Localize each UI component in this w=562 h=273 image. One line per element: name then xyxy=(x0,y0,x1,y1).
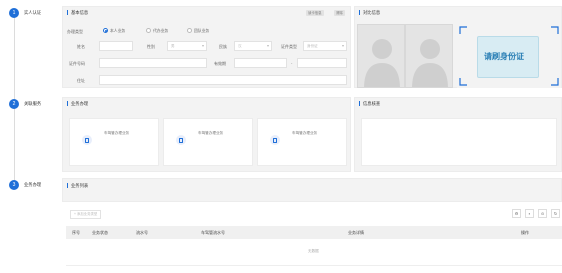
gender-placeholder: 男 xyxy=(171,44,175,48)
read-card-button[interactable]: 读卡信息 xyxy=(306,10,324,16)
business-card-3[interactable]: 车驾管办理业务 xyxy=(257,118,347,166)
table-body: 无数据 xyxy=(66,239,562,266)
person-silhouette-icon xyxy=(412,39,448,87)
ethnicity-label: 民族 xyxy=(219,44,227,49)
table-header-row: 序号 业务状态 流水号 车驾管流水号 业务详情 操作 xyxy=(66,226,562,239)
business-list-title: 业务列表 xyxy=(67,183,88,188)
id-card-icon: 请刷身份证 xyxy=(477,36,539,78)
address-label: 住址 xyxy=(77,78,85,83)
id-type-label: 证件类型 xyxy=(281,44,297,49)
refresh-icon[interactable]: ↻ xyxy=(551,209,560,218)
step-3-indicator: 3 xyxy=(9,180,19,190)
gender-label: 性别 xyxy=(147,44,155,49)
name-input[interactable] xyxy=(99,41,133,51)
chevron-down-icon: ▾ xyxy=(341,43,344,48)
live-photo-box xyxy=(405,24,453,88)
address-input[interactable] xyxy=(99,75,347,85)
compare-info-panel: 对比信息 请刷身份证 xyxy=(354,6,562,88)
basic-info-panel: 基本信息 读卡信息 清除 办理类型 本人业务 代办业务 团队业务 姓名 性别 男… xyxy=(62,6,351,88)
id-number-input[interactable] xyxy=(99,58,207,68)
validity-label: 有效期 xyxy=(214,61,226,66)
handle-type-label: 办理类型 xyxy=(67,29,83,34)
id-scan-area: 请刷身份证 xyxy=(457,24,561,88)
id-number-label: 证件号码 xyxy=(69,61,85,66)
step-2-label: 关联服务 xyxy=(24,101,42,106)
validity-separator: - xyxy=(291,60,293,65)
column-header-vehicle-serial: 车驾管流水号 xyxy=(201,230,225,235)
document-icon xyxy=(82,135,92,145)
step-1-label: 实人认证 xyxy=(24,10,42,15)
business-handle-panel: 业务办理 车驾管办理业务 车驾管办理业务 车驾管办理业务 xyxy=(62,97,351,172)
card-photo-box xyxy=(357,24,405,88)
info-confirm-content xyxy=(361,118,557,166)
business-card-2-label: 车驾管办理业务 xyxy=(198,131,224,135)
settings-icon[interactable]: ⚙ xyxy=(512,209,521,218)
business-card-1[interactable]: 车驾管办理业务 xyxy=(69,118,159,166)
name-label: 姓名 xyxy=(77,44,85,49)
gender-select[interactable]: 男 ▾ xyxy=(167,41,207,51)
radio-team-business[interactable] xyxy=(187,28,192,33)
column-header-index: 序号 xyxy=(72,230,80,235)
column-header-status: 业务状态 xyxy=(92,230,108,235)
scan-hint: 请刷身份证 xyxy=(484,52,524,61)
empty-placeholder: 无数据 xyxy=(308,249,319,253)
radio-agent-business-label[interactable]: 代办业务 xyxy=(153,29,168,34)
validity-end-input[interactable] xyxy=(297,58,347,68)
business-handle-title: 业务办理 xyxy=(67,101,88,106)
chevron-down-icon: ▾ xyxy=(201,43,204,48)
document-icon xyxy=(176,135,186,145)
business-card-2[interactable]: 车驾管办理业务 xyxy=(163,118,253,166)
business-card-1-label: 车驾管办理业务 xyxy=(104,131,130,135)
business-list-header-panel: 业务列表 xyxy=(62,178,562,202)
export-icon[interactable]: ⊙ xyxy=(538,209,547,218)
add-business-type-button[interactable]: + 添加业务类型 xyxy=(70,210,102,219)
radio-agent-business[interactable] xyxy=(146,28,151,33)
compare-info-title: 对比信息 xyxy=(359,10,380,15)
basic-info-title: 基本信息 xyxy=(67,10,88,15)
person-silhouette-icon xyxy=(364,39,400,87)
validity-start-input[interactable] xyxy=(234,58,287,68)
print-icon[interactable]: ▪ xyxy=(525,209,534,218)
clear-button[interactable]: 清除 xyxy=(334,10,345,16)
column-header-detail: 业务详情 xyxy=(348,230,364,235)
radio-team-business-label[interactable]: 团队业务 xyxy=(194,29,209,34)
step-2-indicator: 2 xyxy=(9,99,19,109)
business-card-3-label: 车驾管办理业务 xyxy=(292,131,318,135)
radio-self-business-label[interactable]: 本人业务 xyxy=(110,29,125,34)
ethnicity-select[interactable]: 汉 ▾ xyxy=(234,41,272,51)
chevron-down-icon: ▾ xyxy=(266,43,269,48)
id-type-placeholder: 身份证 xyxy=(307,44,318,48)
info-confirm-panel: 信息核查 xyxy=(354,97,562,172)
column-header-action: 操作 xyxy=(521,230,529,235)
id-type-select[interactable]: 身份证 ▾ xyxy=(303,41,347,51)
radio-self-business[interactable] xyxy=(103,28,108,33)
ethnicity-placeholder: 汉 xyxy=(238,44,242,48)
column-header-serial: 流水号 xyxy=(136,230,148,235)
info-confirm-title: 信息核查 xyxy=(359,101,380,106)
document-icon xyxy=(270,135,280,145)
step-3-label: 业务办理 xyxy=(24,182,42,187)
step-1-indicator: 1 xyxy=(9,8,19,18)
